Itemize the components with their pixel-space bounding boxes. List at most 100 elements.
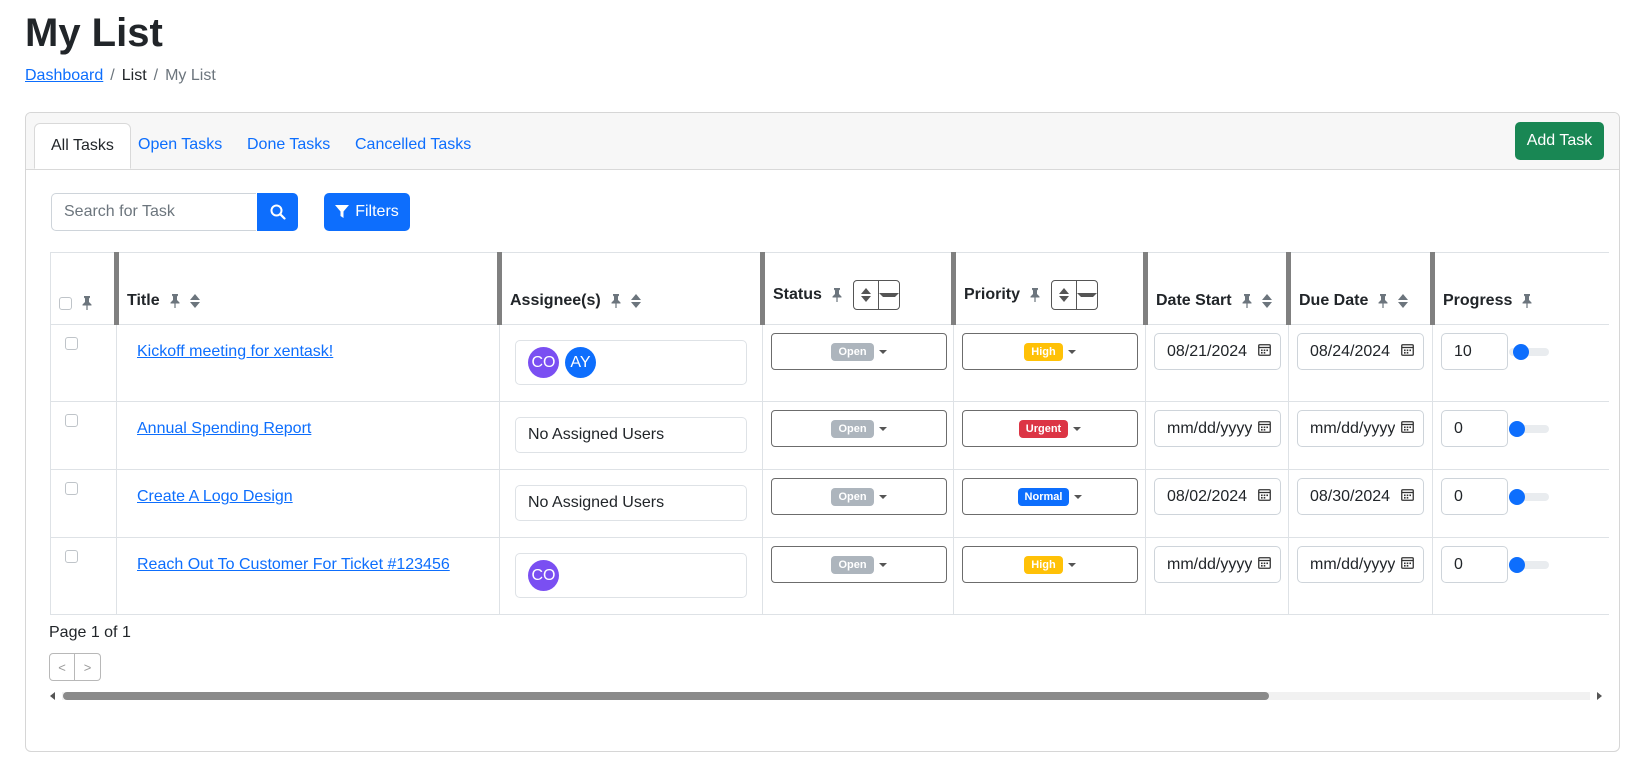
status-select[interactable]: Open xyxy=(771,333,947,370)
calendar-icon[interactable] xyxy=(1258,556,1271,574)
chevron-down-icon xyxy=(1067,562,1076,567)
row-checkbox[interactable] xyxy=(65,550,78,563)
progress-input[interactable]: 10 xyxy=(1441,333,1508,370)
search-input[interactable] xyxy=(51,193,256,231)
task-title-link[interactable]: Create A Logo Design xyxy=(137,488,293,506)
assignee-select[interactable]: No Assigned Users xyxy=(515,417,747,453)
assignee-select[interactable]: CO xyxy=(515,553,747,598)
tab-open-tasks[interactable]: Open Tasks xyxy=(122,123,238,169)
add-task-button[interactable]: Add Task xyxy=(1515,122,1604,160)
sort-icon[interactable] xyxy=(1261,294,1272,308)
select-cell xyxy=(50,537,117,615)
date-start-value: 08/21/2024 xyxy=(1167,342,1248,360)
sort-icon[interactable] xyxy=(1052,281,1076,309)
task-table-container: Title Assignee(s) Status Priority Date S… xyxy=(50,252,1609,714)
sort-icon[interactable] xyxy=(630,294,641,308)
scroll-right-arrow[interactable] xyxy=(1597,692,1602,700)
priority-header-label: Priority xyxy=(964,286,1021,303)
progress-slider[interactable] xyxy=(1509,421,1549,437)
calendar-icon[interactable] xyxy=(1258,343,1271,361)
pin-icon[interactable] xyxy=(1521,294,1533,308)
search-button[interactable] xyxy=(257,193,298,231)
status-sort-control[interactable] xyxy=(852,280,900,310)
sort-icon[interactable] xyxy=(1398,294,1409,308)
slider-thumb[interactable] xyxy=(1509,557,1525,573)
status-select[interactable]: Open xyxy=(771,478,947,515)
pin-icon[interactable] xyxy=(81,296,93,310)
breadcrumb-list: List xyxy=(121,67,147,84)
row-checkbox[interactable] xyxy=(65,482,78,495)
calendar-icon[interactable] xyxy=(1258,420,1271,438)
pin-icon[interactable] xyxy=(1029,288,1041,302)
due-date-input[interactable]: 08/24/2024 xyxy=(1297,333,1424,370)
progress-input[interactable]: 0 xyxy=(1441,478,1508,515)
breadcrumb-dashboard-link[interactable]: Dashboard xyxy=(25,67,103,84)
pin-icon[interactable] xyxy=(1377,294,1389,308)
task-title-link[interactable]: Reach Out To Customer For Ticket #123456 xyxy=(137,556,450,574)
task-title-link[interactable]: Annual Spending Report xyxy=(137,420,311,438)
tab-all-tasks[interactable]: All Tasks xyxy=(34,123,131,169)
progress-input[interactable]: 0 xyxy=(1441,546,1508,583)
tab-done-tasks[interactable]: Done Tasks xyxy=(231,123,346,169)
progress-slider[interactable] xyxy=(1509,489,1549,505)
filter-icon xyxy=(335,205,350,218)
priority-select[interactable]: Urgent xyxy=(962,410,1138,447)
pin-icon[interactable] xyxy=(831,288,843,302)
priority-select[interactable]: Normal xyxy=(962,478,1138,515)
calendar-icon[interactable] xyxy=(1401,343,1414,361)
date-start-input[interactable]: mm/dd/yyyy xyxy=(1154,546,1281,583)
due-date-input[interactable]: mm/dd/yyyy xyxy=(1297,546,1424,583)
due-date-cell: 08/30/2024 xyxy=(1288,469,1433,538)
date-start-input[interactable]: 08/21/2024 xyxy=(1154,333,1281,370)
calendar-icon[interactable] xyxy=(1401,420,1414,438)
date-start-cell: mm/dd/yyyy xyxy=(1145,401,1289,470)
status-select[interactable]: Open xyxy=(771,546,947,583)
filters-button[interactable]: Filters xyxy=(324,193,410,231)
slider-thumb[interactable] xyxy=(1513,344,1529,360)
due-date-input[interactable]: mm/dd/yyyy xyxy=(1297,410,1424,447)
status-header-label: Status xyxy=(773,286,822,303)
due-date-value: 08/30/2024 xyxy=(1310,487,1391,505)
scroll-left-arrow[interactable] xyxy=(50,692,55,700)
select-all-checkbox[interactable] xyxy=(59,296,72,310)
chevron-down-icon xyxy=(1074,494,1083,499)
pin-icon[interactable] xyxy=(610,294,622,308)
sort-icon[interactable] xyxy=(854,281,878,309)
date-start-cell: 08/21/2024 xyxy=(1145,324,1289,402)
row-checkbox[interactable] xyxy=(65,337,78,350)
progress-input[interactable]: 0 xyxy=(1441,410,1508,447)
calendar-icon[interactable] xyxy=(1401,556,1414,574)
row-checkbox[interactable] xyxy=(65,414,78,427)
date-start-input[interactable]: mm/dd/yyyy xyxy=(1154,410,1281,447)
filter-dropdown-icon[interactable] xyxy=(1076,281,1098,309)
priority-sort-control[interactable] xyxy=(1051,280,1099,310)
calendar-icon[interactable] xyxy=(1258,488,1271,506)
assignee-select[interactable]: No Assigned Users xyxy=(515,485,747,521)
tab-cancelled-tasks[interactable]: Cancelled Tasks xyxy=(339,123,487,169)
chevron-down-icon xyxy=(1073,426,1082,431)
progress-slider[interactable] xyxy=(1509,344,1549,360)
task-title-link[interactable]: Kickoff meeting for xentask! xyxy=(137,343,333,361)
next-page-button[interactable]: > xyxy=(75,653,101,681)
horizontal-scrollbar[interactable] xyxy=(48,689,1604,703)
assignee-select[interactable]: CO AY xyxy=(515,340,747,385)
scrollbar-thumb[interactable] xyxy=(63,692,1269,700)
breadcrumb-separator: / xyxy=(153,67,159,84)
date-start-input[interactable]: 08/02/2024 xyxy=(1154,478,1281,515)
slider-thumb[interactable] xyxy=(1509,421,1525,437)
calendar-icon[interactable] xyxy=(1401,488,1414,506)
pin-icon[interactable] xyxy=(169,294,181,308)
priority-select[interactable]: High xyxy=(962,333,1138,370)
filter-dropdown-icon[interactable] xyxy=(877,281,899,309)
progress-slider[interactable] xyxy=(1509,557,1549,573)
status-select[interactable]: Open xyxy=(771,410,947,447)
sort-icon[interactable] xyxy=(189,294,200,308)
slider-thumb[interactable] xyxy=(1509,489,1525,505)
priority-select[interactable]: High xyxy=(962,546,1138,583)
prev-page-button[interactable]: < xyxy=(49,653,75,681)
due-date-value: mm/dd/yyyy xyxy=(1310,555,1395,573)
title-cell: Annual Spending Report xyxy=(116,401,500,470)
pin-icon[interactable] xyxy=(1241,294,1253,308)
page-info: Page 1 of 1 xyxy=(49,624,131,641)
due-date-input[interactable]: 08/30/2024 xyxy=(1297,478,1424,515)
